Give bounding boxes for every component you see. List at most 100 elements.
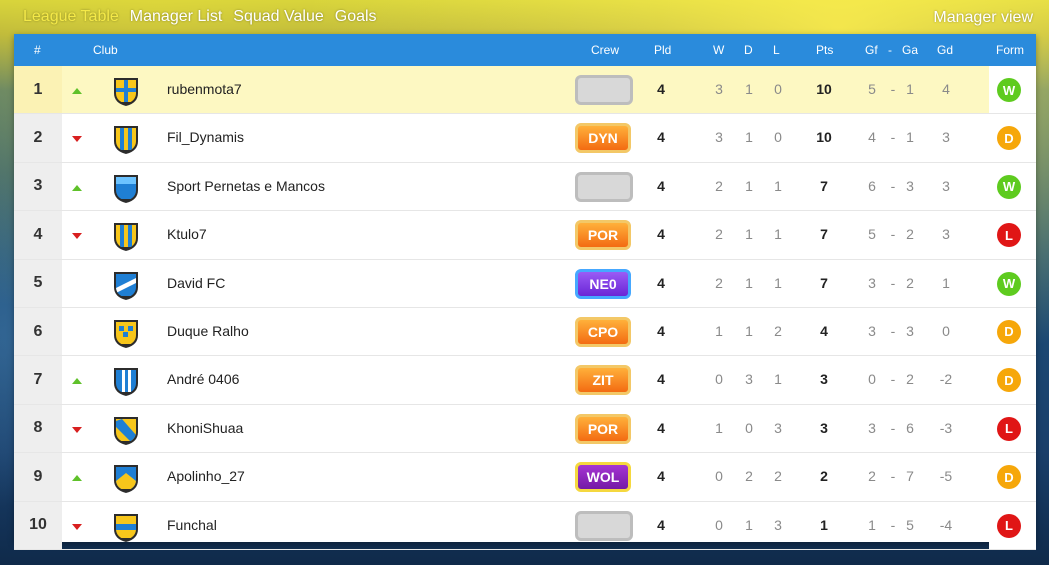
points-cell: 10 [816, 81, 832, 97]
form-badge[interactable]: D [997, 319, 1021, 344]
goals-against-cell: 5 [906, 516, 914, 533]
crew-badge[interactable]: POR [575, 220, 631, 251]
club-name[interactable]: Ktulo7 [167, 226, 207, 242]
col-crew[interactable]: Crew [591, 43, 619, 57]
losses-cell: 2 [774, 322, 782, 339]
crew-badge[interactable]: DYN [575, 123, 631, 154]
club-name[interactable]: KhoniShuaa [167, 420, 243, 436]
col-gf[interactable]: Gf [865, 43, 878, 57]
goal-diff-cell: -5 [939, 468, 953, 485]
col-gd[interactable]: Gd [937, 43, 953, 57]
table-header: # Club Crew Pld W D L Pts Gf - Ga Gd For… [14, 34, 1036, 66]
position-cell: 7 [14, 356, 62, 404]
col-l[interactable]: L [773, 43, 780, 57]
crew-badge[interactable] [575, 171, 633, 202]
trend-up-icon [72, 378, 82, 385]
points-cell: 3 [820, 371, 828, 388]
club-crest-icon [112, 318, 140, 348]
goals-against-cell: 1 [906, 129, 914, 146]
trend-up-icon [72, 475, 82, 482]
form-badge[interactable]: W [997, 174, 1021, 199]
tab-manager-list[interactable]: Manager List [130, 8, 223, 26]
crew-badge[interactable] [575, 510, 633, 541]
wins-cell: 1 [715, 322, 723, 339]
form-badge[interactable]: L [997, 223, 1021, 248]
table-row[interactable]: 9 Apolinho_27 WOL 4 0 2 2 2 2 - 7 -5 D [14, 453, 1036, 502]
club-name[interactable]: rubenmota7 [167, 81, 242, 97]
crew-badge[interactable]: NE0 [575, 268, 631, 299]
table-row[interactable]: 6 Duque Ralho CPO 4 1 1 2 4 3 - 3 0 D [14, 307, 1036, 357]
goal-diff-cell: 4 [942, 81, 950, 97]
form-badge[interactable]: W [997, 271, 1021, 296]
crew-badge[interactable]: ZIT [575, 365, 631, 396]
col-pts[interactable]: Pts [816, 43, 833, 57]
table-body: 1 rubenmota7 4 3 1 0 10 5 - 1 4 W 2 Fil_… [14, 66, 1036, 550]
tab-goals[interactable]: Goals [335, 8, 377, 26]
points-cell: 10 [816, 129, 832, 146]
position-cell: 5 [14, 259, 62, 307]
crew-badge[interactable] [575, 75, 633, 105]
position-cell: 2 [14, 114, 62, 162]
col-w[interactable]: W [713, 43, 724, 57]
position-cell: 6 [14, 307, 62, 356]
club-name[interactable]: Sport Pernetas e Mancos [167, 178, 325, 194]
table-row[interactable]: 3 Sport Pernetas e Mancos 4 2 1 1 7 6 - … [14, 162, 1036, 212]
played-cell: 4 [657, 322, 665, 339]
wins-cell: 3 [715, 81, 723, 97]
goal-diff-cell: 3 [942, 177, 950, 194]
form-badge[interactable]: L [997, 416, 1021, 441]
trend-down-icon [72, 233, 82, 240]
club-crest-icon [112, 221, 140, 252]
table-row[interactable]: 4 Ktulo7 POR 4 2 1 1 7 5 - 2 3 L [14, 211, 1036, 260]
trend-down-icon [72, 523, 82, 530]
table-row[interactable]: 2 Fil_Dynamis DYN 4 3 1 0 10 4 - 1 3 D [14, 114, 1036, 163]
manager-view-link[interactable]: Manager view [933, 9, 1033, 27]
col-d[interactable]: D [744, 43, 753, 57]
position-cell: 1 [14, 66, 62, 114]
position-cell: 9 [14, 453, 62, 501]
goals-against-cell: 6 [906, 419, 914, 436]
col-pld[interactable]: Pld [654, 43, 671, 57]
col-ga[interactable]: Ga [902, 43, 918, 57]
losses-cell: 1 [774, 371, 782, 388]
club-crest-icon [112, 270, 140, 300]
tab-squad-value[interactable]: Squad Value [233, 8, 323, 26]
form-badge[interactable]: D [997, 465, 1021, 490]
club-name[interactable]: Apolinho_27 [167, 468, 245, 484]
form-badge[interactable]: L [997, 513, 1021, 538]
wins-cell: 2 [715, 274, 723, 291]
col-form[interactable]: Form [996, 43, 1024, 57]
played-cell: 4 [657, 226, 665, 243]
club-name[interactable]: Duque Ralho [167, 323, 249, 339]
trend-up-icon [72, 184, 82, 191]
goals-against-cell: 2 [906, 274, 914, 291]
losses-cell: 0 [774, 129, 782, 146]
club-name[interactable]: David FC [167, 275, 225, 291]
trend-down-icon [72, 426, 82, 433]
crew-badge[interactable]: POR [575, 413, 631, 444]
trend-down-icon [72, 136, 82, 143]
goals-against-cell: 1 [906, 81, 914, 97]
table-row[interactable]: 8 KhoniShuaa POR 4 1 0 3 3 3 - 6 -3 L [14, 404, 1036, 454]
club-crest-icon [112, 415, 140, 445]
club-name[interactable]: André 0406 [167, 371, 239, 387]
draws-cell: 1 [745, 81, 753, 97]
club-name[interactable]: Fil_Dynamis [167, 129, 244, 145]
club-name[interactable]: Funchal [167, 517, 217, 533]
goals-against-cell: 7 [906, 468, 914, 485]
table-row[interactable]: 10 Funchal 4 0 1 3 1 1 - 5 -4 L [14, 501, 1036, 550]
crew-badge[interactable]: WOL [575, 462, 631, 493]
col-dash: - [888, 43, 892, 57]
form-badge[interactable]: W [997, 78, 1021, 102]
tab-league-table[interactable]: League Table [23, 8, 119, 26]
col-club[interactable]: Club [93, 43, 118, 57]
losses-cell: 3 [774, 516, 782, 533]
table-row[interactable]: 5 David FC NE0 4 2 1 1 7 3 - 2 1 W [14, 259, 1036, 308]
table-row[interactable]: 7 André 0406 ZIT 4 0 3 1 3 0 - 2 -2 D [14, 356, 1036, 405]
wins-cell: 2 [715, 226, 723, 243]
points-cell: 2 [820, 468, 828, 485]
wins-cell: 0 [715, 468, 723, 485]
col-pos[interactable]: # [34, 43, 41, 57]
crew-badge[interactable]: CPO [575, 316, 631, 347]
table-row[interactable]: 1 rubenmota7 4 3 1 0 10 5 - 1 4 W [14, 66, 1036, 115]
